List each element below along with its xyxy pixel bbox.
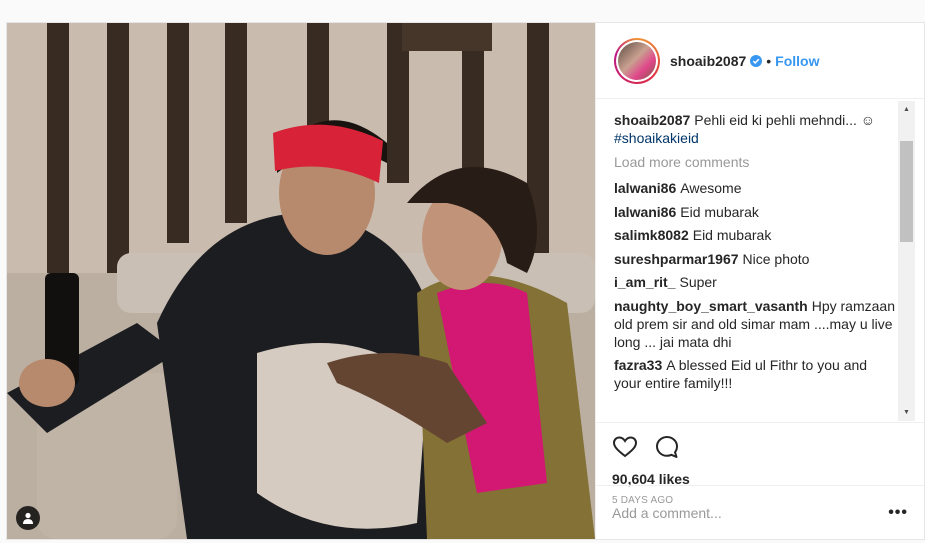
comment-username[interactable]: naughty_boy_smart_vasanth bbox=[614, 298, 808, 314]
comment-username[interactable]: salimk8082 bbox=[614, 227, 689, 243]
load-more-comments-link[interactable]: Load more comments bbox=[614, 153, 897, 171]
avatar-ring bbox=[616, 39, 658, 82]
follow-button[interactable]: Follow bbox=[775, 53, 819, 69]
comment-item: naughty_boy_smart_vasanth Hpy ramzaan old… bbox=[614, 297, 897, 351]
action-icons bbox=[612, 432, 908, 462]
comment-text: Awesome bbox=[680, 180, 742, 196]
photo-scene bbox=[7, 23, 595, 539]
post-header: shoaib2087 • Follow bbox=[596, 23, 924, 99]
comment-item: fazra33 A blessed Eid ul Fithr to you and… bbox=[614, 356, 897, 392]
avatar[interactable] bbox=[614, 37, 660, 84]
comment-username[interactable]: lalwani86 bbox=[614, 204, 676, 220]
avatar-image bbox=[618, 41, 656, 80]
comment-username[interactable]: sureshparmar1967 bbox=[614, 251, 739, 267]
comment-username[interactable]: i_am_rit_ bbox=[614, 274, 675, 290]
more-options-button[interactable]: ••• bbox=[888, 504, 908, 522]
user-tag-icon bbox=[23, 512, 33, 524]
comment-bubble-icon[interactable] bbox=[654, 434, 680, 460]
comment-item: lalwani86 Eid mubarak bbox=[614, 203, 897, 221]
add-comment-input[interactable] bbox=[612, 504, 889, 521]
scrollbar-thumb[interactable] bbox=[900, 141, 913, 242]
comment-item: salimk8082 Eid mubarak bbox=[614, 226, 897, 244]
heart-icon[interactable] bbox=[612, 434, 638, 460]
comment-text: Eid mubarak bbox=[692, 227, 772, 243]
caption-username[interactable]: shoaib2087 bbox=[614, 112, 690, 128]
comment-item: lalwani86 Awesome bbox=[614, 179, 897, 197]
verified-badge-icon bbox=[750, 54, 763, 67]
caption-hashtag[interactable]: #shoaikakieid bbox=[614, 130, 699, 146]
comments-scrollbar[interactable]: ▲ ▼ bbox=[898, 101, 915, 421]
comment-text: Super bbox=[679, 274, 717, 290]
user-tag-button[interactable] bbox=[16, 506, 40, 530]
caption: shoaib2087 Pehli eid ki pehli mehndi... ☺… bbox=[614, 111, 897, 147]
author-username[interactable]: shoaib2087 bbox=[670, 53, 746, 69]
post-side-panel: shoaib2087 • Follow shoaib2087 Pehli eid … bbox=[595, 23, 924, 539]
scroll-down-arrow-icon[interactable]: ▼ bbox=[898, 404, 915, 421]
separator-dot: • bbox=[766, 52, 772, 69]
caption-text: Pehli eid ki pehli mehndi... ☺ bbox=[694, 112, 876, 128]
comment-item: i_am_rit_ Super bbox=[614, 273, 897, 291]
comment-text: Nice photo bbox=[742, 250, 810, 267]
add-comment-bar: ••• bbox=[596, 485, 924, 539]
post-photo[interactable] bbox=[7, 23, 595, 539]
comment-username[interactable]: lalwani86 bbox=[614, 180, 676, 196]
comment-item: sureshparmar1967 Nice photo bbox=[614, 250, 897, 268]
scroll-up-arrow-icon[interactable]: ▲ bbox=[898, 101, 915, 118]
comment-text: Eid mubarak bbox=[680, 203, 759, 220]
comments-list[interactable]: shoaib2087 Pehli eid ki pehli mehndi... ☺… bbox=[614, 111, 897, 419]
comment-username[interactable]: fazra33 bbox=[614, 357, 662, 373]
instagram-post: shoaib2087 • Follow shoaib2087 Pehli eid … bbox=[6, 22, 925, 540]
